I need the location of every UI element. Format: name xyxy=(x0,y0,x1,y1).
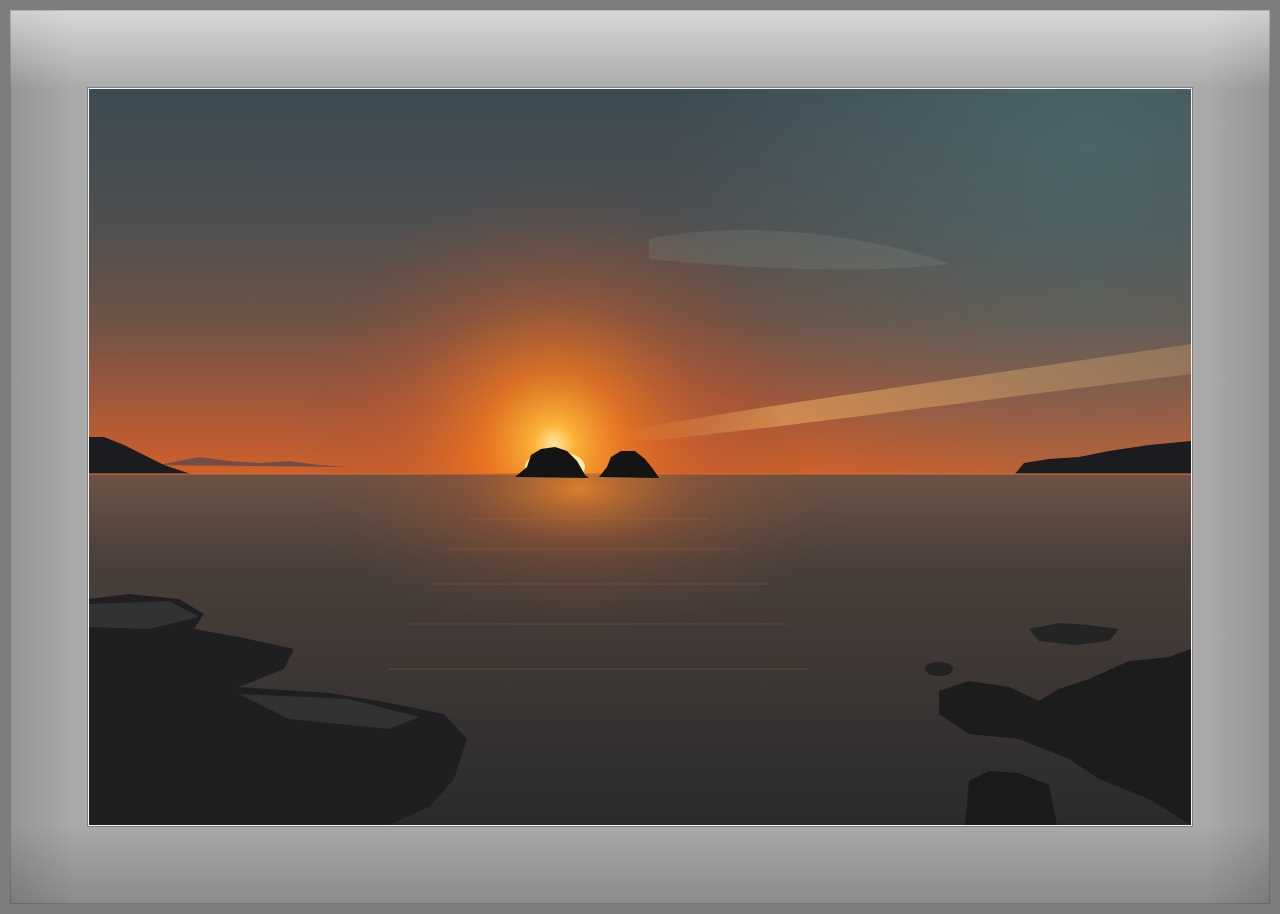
sunset-photo xyxy=(89,89,1191,825)
sun-glow xyxy=(89,89,1191,474)
rock-pebble xyxy=(925,662,953,676)
photo-frame xyxy=(88,88,1192,826)
